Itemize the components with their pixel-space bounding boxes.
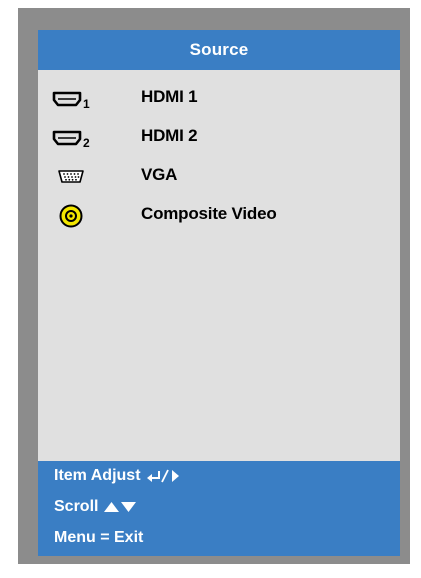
help-item-adjust-label: Item Adjust xyxy=(54,467,141,484)
vga-icon xyxy=(46,162,96,192)
help-panel: Item Adjust Scroll Menu = Exit xyxy=(38,461,400,556)
help-item-adjust: Item Adjust xyxy=(54,467,182,485)
hdmi-1-icon: 1 xyxy=(46,84,96,114)
osd-frame: Source 1 HDMI 1 2 HDMI 2 VGA Composite V… xyxy=(18,8,410,564)
source-label-hdmi-2: HDMI 2 xyxy=(141,126,198,145)
hdmi-2-icon: 2 xyxy=(46,123,96,153)
source-label-composite-video: Composite Video xyxy=(141,204,277,223)
source-item-composite-video[interactable]: Composite Video xyxy=(38,197,400,236)
help-menu-exit: Menu = Exit xyxy=(54,529,143,547)
hdmi-2-icon-subscript: 2 xyxy=(83,136,90,150)
hdmi-1-icon-subscript: 1 xyxy=(83,97,90,111)
source-item-hdmi-1[interactable]: 1 HDMI 1 xyxy=(38,80,400,119)
help-scroll: Scroll xyxy=(54,498,137,516)
source-label-hdmi-1: HDMI 1 xyxy=(141,87,198,106)
source-label-vga: VGA xyxy=(141,165,178,184)
composite-video-icon xyxy=(46,201,96,231)
menu-title: Source xyxy=(38,30,400,70)
help-scroll-label: Scroll xyxy=(54,498,99,515)
source-menu-panel: Source 1 HDMI 1 2 HDMI 2 VGA Composite V… xyxy=(38,30,400,556)
up-down-arrow-icon xyxy=(103,499,137,515)
source-list: 1 HDMI 1 2 HDMI 2 VGA Composite Video xyxy=(38,80,400,236)
help-menu-exit-label: Menu = Exit xyxy=(54,529,144,546)
source-item-vga[interactable]: VGA xyxy=(38,158,400,197)
enter-and-right-arrow-icon xyxy=(146,467,182,485)
source-item-hdmi-2[interactable]: 2 HDMI 2 xyxy=(38,119,400,158)
